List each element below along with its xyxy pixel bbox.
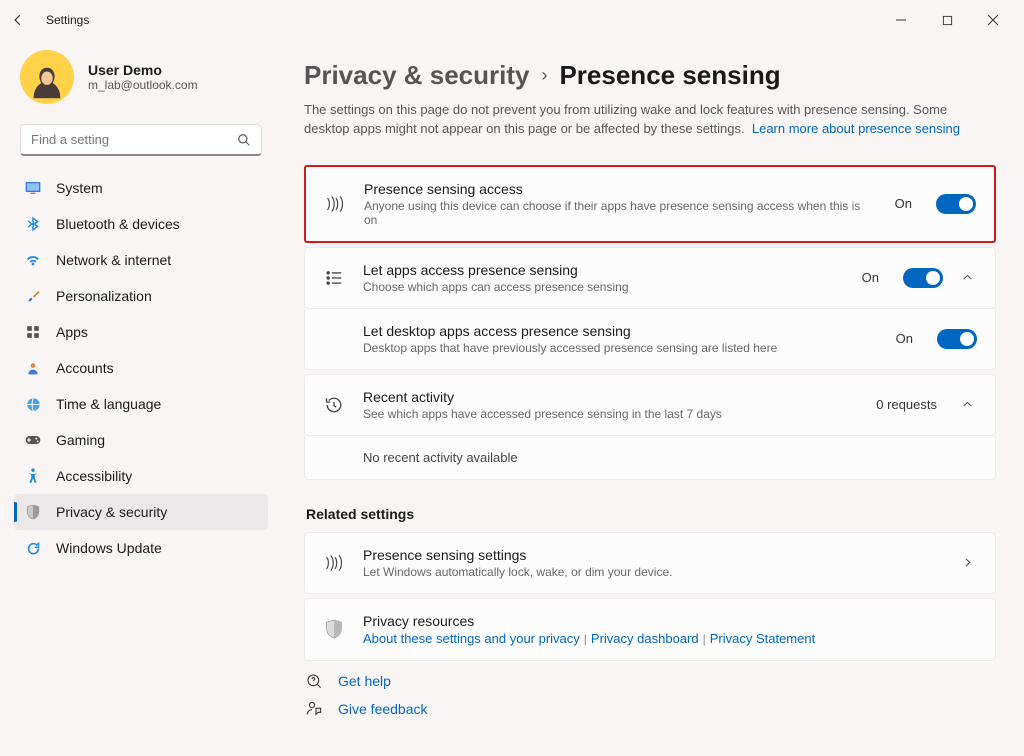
- display-icon: [24, 181, 42, 195]
- chevron-right-icon: ›: [541, 65, 547, 86]
- feedback-row[interactable]: Give feedback: [306, 701, 994, 717]
- request-count: 0 requests: [876, 397, 937, 412]
- breadcrumb: Privacy & security › Presence sensing: [304, 60, 996, 91]
- profile-block[interactable]: User Demo m_lab@outlook.com: [20, 50, 268, 104]
- toggle-state: On: [895, 196, 912, 211]
- card-title: Presence sensing settings: [363, 547, 943, 563]
- breadcrumb-parent[interactable]: Privacy & security: [304, 60, 529, 91]
- chevron-right-icon: [961, 556, 977, 569]
- title-bar: Settings: [0, 0, 1024, 40]
- toggle-presence-access[interactable]: [936, 194, 976, 214]
- nav-bluetooth[interactable]: Bluetooth & devices: [14, 206, 268, 242]
- nav-list: System Bluetooth & devices Network & int…: [14, 170, 268, 566]
- privacy-links: About these settings and your privacy|Pr…: [363, 631, 977, 646]
- card-subtitle: Let Windows automatically lock, wake, or…: [363, 565, 943, 579]
- nav-gaming[interactable]: Gaming: [14, 422, 268, 458]
- search-input[interactable]: [20, 124, 262, 156]
- chevron-up-icon[interactable]: [961, 271, 977, 284]
- card-desktop-apps[interactable]: Let desktop apps access presence sensing…: [304, 309, 996, 370]
- page-title: Presence sensing: [559, 60, 780, 91]
- get-help-link[interactable]: Get help: [338, 673, 391, 689]
- avatar: [20, 50, 74, 104]
- brush-icon: [24, 289, 42, 304]
- window-title: Settings: [46, 13, 89, 27]
- close-button[interactable]: [970, 5, 1016, 35]
- toggle-apps-access[interactable]: [903, 268, 943, 288]
- nav-network[interactable]: Network & internet: [14, 242, 268, 278]
- page-description: The settings on this page do not prevent…: [304, 101, 984, 139]
- nav-privacy[interactable]: Privacy & security: [14, 494, 268, 530]
- clock-globe-icon: [24, 397, 42, 412]
- card-recent-activity[interactable]: Recent activity See which apps have acce…: [304, 374, 996, 436]
- card-title: Recent activity: [363, 389, 858, 405]
- link-about-settings[interactable]: About these settings and your privacy: [363, 631, 580, 646]
- empty-message: No recent activity available: [363, 450, 518, 465]
- bluetooth-icon: [24, 216, 42, 232]
- feedback-link[interactable]: Give feedback: [338, 701, 428, 717]
- gaming-icon: [24, 434, 42, 446]
- link-privacy-dashboard[interactable]: Privacy dashboard: [591, 631, 699, 646]
- nav-time[interactable]: Time & language: [14, 386, 268, 422]
- card-title: Presence sensing access: [364, 181, 877, 197]
- card-title: Let desktop apps access presence sensing: [363, 323, 878, 339]
- learn-more-link[interactable]: Learn more about presence sensing: [752, 121, 960, 136]
- maximize-button[interactable]: [924, 5, 970, 35]
- related-label: Related settings: [306, 506, 996, 522]
- user-email: m_lab@outlook.com: [88, 78, 198, 92]
- card-subtitle: Anyone using this device can choose if t…: [364, 199, 877, 227]
- card-title: Privacy resources: [363, 613, 977, 629]
- shield-icon: [24, 504, 42, 520]
- user-name: User Demo: [88, 62, 198, 78]
- person-icon: [24, 361, 42, 376]
- accessibility-icon: [24, 468, 42, 484]
- card-recent-empty: No recent activity available: [304, 436, 996, 480]
- chevron-up-icon[interactable]: [961, 398, 977, 411]
- nav-personalization[interactable]: Personalization: [14, 278, 268, 314]
- feedback-icon: [306, 701, 324, 717]
- sidebar: User Demo m_lab@outlook.com System Bluet…: [0, 40, 280, 756]
- toggle-state: On: [862, 270, 879, 285]
- presence-icon: [324, 194, 346, 214]
- get-help-row[interactable]: Get help: [306, 673, 994, 689]
- card-subtitle: See which apps have accessed presence se…: [363, 407, 858, 421]
- card-title: Let apps access presence sensing: [363, 262, 844, 278]
- link-privacy-statement[interactable]: Privacy Statement: [710, 631, 816, 646]
- card-presence-access[interactable]: Presence sensing access Anyone using thi…: [304, 165, 996, 243]
- card-privacy-resources: Privacy resources About these settings a…: [304, 598, 996, 661]
- update-icon: [24, 541, 42, 556]
- card-presence-settings[interactable]: Presence sensing settings Let Windows au…: [304, 532, 996, 594]
- list-icon: [323, 270, 345, 286]
- history-icon: [323, 396, 345, 414]
- search-field[interactable]: [31, 132, 237, 147]
- card-apps-access[interactable]: Let apps access presence sensing Choose …: [304, 247, 996, 309]
- card-subtitle: Choose which apps can access presence se…: [363, 280, 844, 294]
- nav-system[interactable]: System: [14, 170, 268, 206]
- shield-icon: [323, 619, 345, 639]
- apps-icon: [24, 325, 42, 339]
- card-subtitle: Desktop apps that have previously access…: [363, 341, 878, 355]
- wifi-icon: [24, 253, 42, 267]
- minimize-button[interactable]: [878, 5, 924, 35]
- search-icon: [237, 133, 251, 147]
- nav-accessibility[interactable]: Accessibility: [14, 458, 268, 494]
- nav-accounts[interactable]: Accounts: [14, 350, 268, 386]
- presence-icon: [323, 553, 345, 573]
- nav-apps[interactable]: Apps: [14, 314, 268, 350]
- main-content: Privacy & security › Presence sensing Th…: [280, 40, 1024, 756]
- toggle-desktop-apps[interactable]: [937, 329, 977, 349]
- toggle-state: On: [896, 331, 913, 346]
- help-icon: [306, 673, 324, 689]
- nav-update[interactable]: Windows Update: [14, 530, 268, 566]
- back-button[interactable]: [8, 13, 28, 27]
